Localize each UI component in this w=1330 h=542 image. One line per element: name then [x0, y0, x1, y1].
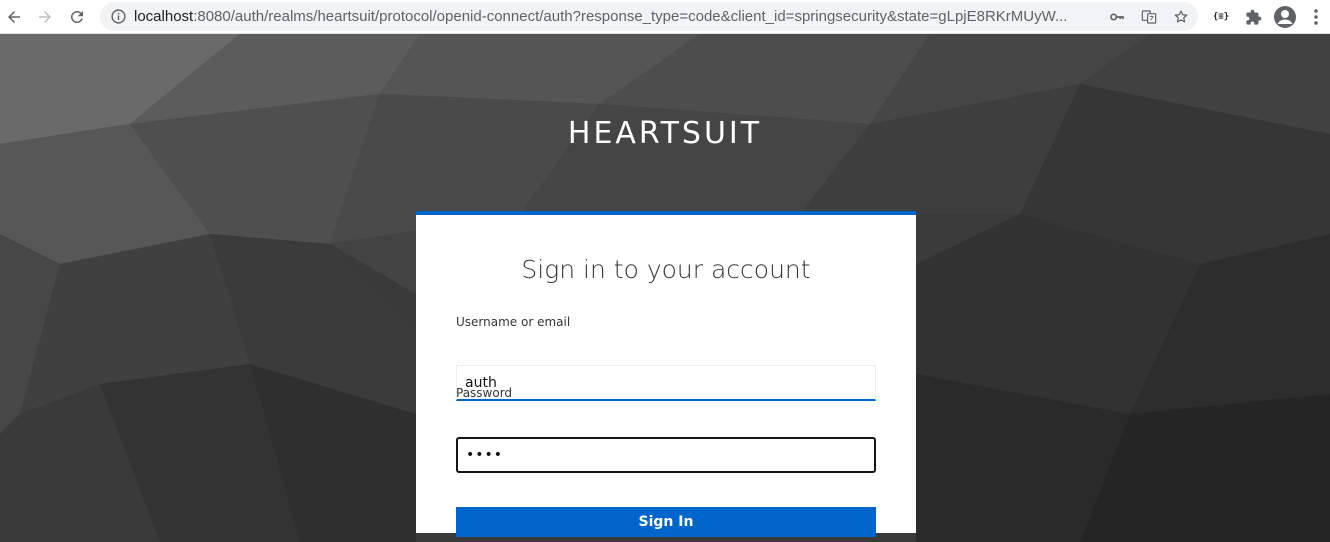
url-host: localhost [134, 8, 194, 25]
sign-in-button[interactable]: Sign In [456, 507, 876, 537]
forward-button[interactable] [33, 5, 57, 29]
username-input[interactable]: auth [456, 365, 876, 401]
password-label: Password [456, 386, 513, 400]
reload-icon [70, 10, 83, 23]
login-page: HEARTSUIT Sign in to your account Userna… [0, 34, 1330, 542]
realm-brand-title: HEARTSUIT [567, 116, 763, 151]
translate-icon[interactable] [1140, 8, 1158, 26]
reload-button[interactable] [65, 5, 89, 29]
card-title: Sign in to your account [521, 255, 811, 284]
json-extension-icon[interactable]: {≡} [1210, 6, 1232, 28]
key-icon[interactable] [1108, 8, 1126, 26]
login-card: Sign in to your account Username or emai… [416, 211, 916, 537]
url-text[interactable]: localhost:8080/auth/realms/heartsuit/pro… [134, 8, 1067, 25]
url-path: :8080/auth/realms/heartsuit/protocol/ope… [193, 8, 1068, 25]
info-icon[interactable] [110, 8, 127, 25]
password-input[interactable]: •••• [456, 437, 876, 473]
address-bar[interactable]: localhost:8080/auth/realms/heartsuit/pro… [100, 2, 1198, 31]
more-menu-icon[interactable] [1308, 6, 1324, 28]
arrow-right-icon [39, 11, 51, 23]
star-icon[interactable] [1172, 8, 1190, 26]
username-label: Username or email [456, 315, 571, 329]
extensions-icon[interactable] [1243, 6, 1263, 28]
back-button[interactable] [2, 5, 26, 29]
browser-toolbar: localhost:8080/auth/realms/heartsuit/pro… [0, 0, 1330, 34]
profile-avatar-icon[interactable] [1272, 6, 1298, 28]
arrow-left-icon [8, 11, 20, 23]
